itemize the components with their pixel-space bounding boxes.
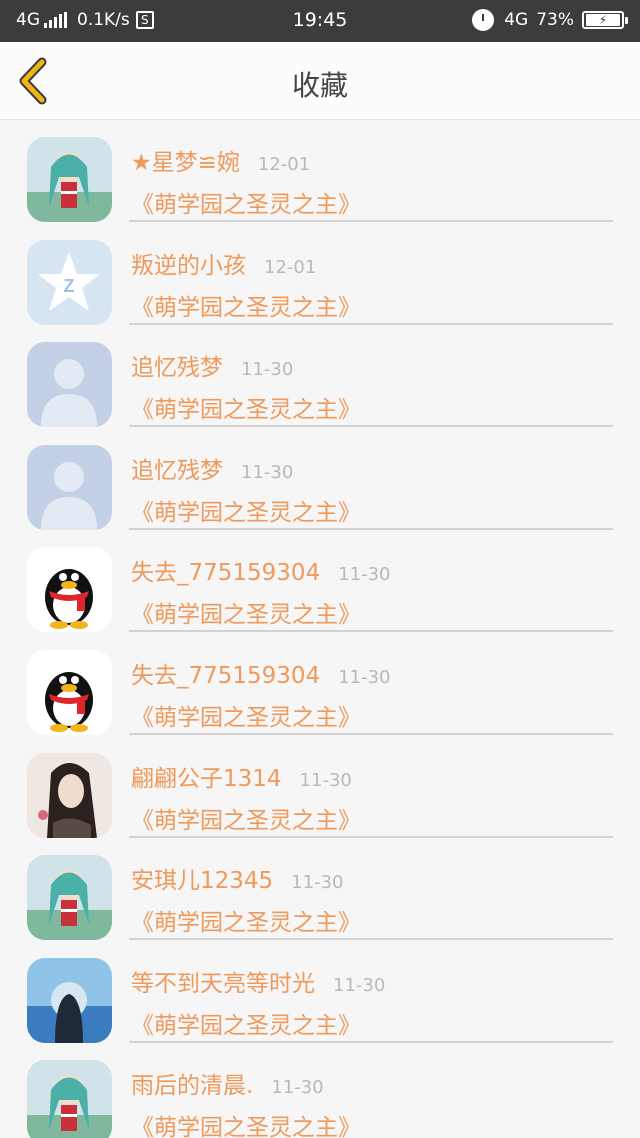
list-item[interactable]: 追忆残梦 11-30 《萌学园之圣灵之主》: [0, 326, 640, 429]
book-title-link[interactable]: 《萌学园之圣灵之主》: [131, 698, 361, 732]
default-person-avatar[interactable]: [27, 342, 112, 428]
alarm-icon: [472, 9, 495, 31]
book-title-link[interactable]: 《萌学园之圣灵之主》: [131, 1108, 361, 1138]
favorite-date: 12-01: [264, 256, 317, 278]
qq-penguin-avatar[interactable]: [27, 547, 112, 633]
divider: [129, 732, 613, 735]
name-line: 等不到天亮等时光 11-30: [131, 964, 385, 998]
list-item[interactable]: 翩翩公子1314 11-30 《萌学园之圣灵之主》: [0, 737, 640, 840]
qzone-star-avatar[interactable]: Z: [27, 239, 112, 325]
list-item[interactable]: 追忆残梦 11-30 《萌学园之圣灵之主》: [0, 429, 640, 532]
book-title-link[interactable]: 《萌学园之圣灵之主》: [131, 288, 361, 322]
user-name[interactable]: 翩翩公子1314: [131, 759, 282, 793]
qq-penguin-avatar[interactable]: [27, 649, 112, 735]
network-right-label: 4G: [504, 10, 529, 30]
favorite-date: 11-30: [333, 974, 386, 996]
name-line: 叛逆的小孩 12-01: [131, 246, 316, 280]
book-title-link[interactable]: 《萌学园之圣灵之主》: [131, 390, 361, 424]
page-title: 收藏: [291, 69, 348, 102]
divider: [129, 527, 613, 530]
status-bar: 4G 0.1K/s S 19:45 4G 73% ⚡: [0, 0, 640, 42]
svg-text:Z: Z: [64, 276, 75, 296]
name-line: 追忆残梦 11-30: [131, 451, 293, 485]
favorite-date: 11-30: [291, 872, 344, 894]
divider: [129, 425, 613, 428]
book-title-link[interactable]: 《萌学园之圣灵之主》: [131, 801, 361, 835]
name-line: 翩翩公子1314 11-30: [131, 759, 352, 793]
list-item[interactable]: 雨后的清晨. 11-30 《萌学园之圣灵之主》: [0, 1044, 640, 1138]
list-item[interactable]: Z 叛逆的小孩 12-01 《萌学园之圣灵之主》: [0, 224, 640, 327]
anime-man-avatar[interactable]: [27, 752, 112, 838]
seaside-girl-avatar[interactable]: [27, 957, 112, 1043]
divider: [129, 938, 613, 941]
divider: [129, 630, 613, 633]
book-title-link[interactable]: 《萌学园之圣灵之主》: [131, 1006, 361, 1040]
book-title-link[interactable]: 《萌学园之圣灵之主》: [131, 493, 361, 527]
user-name[interactable]: 追忆残梦: [131, 451, 223, 485]
divider: [129, 835, 613, 838]
name-line: 失去_775159304 11-30: [131, 553, 391, 587]
name-line: ★星梦≌婉 12-01: [131, 143, 310, 177]
name-line: 雨后的清晨. 11-30: [131, 1066, 324, 1100]
book-title-link[interactable]: 《萌学园之圣灵之主》: [131, 903, 361, 937]
name-line: 安琪儿12345 11-30: [131, 861, 343, 895]
anime-girl-avatar[interactable]: [27, 1060, 112, 1138]
list-item[interactable]: 失去_775159304 11-30 《萌学园之圣灵之主》: [0, 531, 640, 634]
favorite-date: 11-30: [338, 666, 391, 688]
favorite-date: 11-30: [241, 359, 294, 381]
favorite-date: 11-30: [338, 564, 391, 586]
name-line: 失去_775159304 11-30: [131, 656, 391, 690]
favorite-date: 12-01: [257, 154, 311, 175]
default-person-avatar[interactable]: [27, 444, 112, 530]
user-name[interactable]: 安琪儿12345: [131, 861, 273, 895]
list-item[interactable]: 失去_775159304 11-30 《萌学园之圣灵之主》: [0, 634, 640, 737]
list-item[interactable]: 等不到天亮等时光 11-30 《萌学园之圣灵之主》: [0, 942, 640, 1045]
user-name[interactable]: 追忆残梦: [131, 348, 223, 382]
anime-girl-avatar[interactable]: [27, 855, 112, 941]
user-name[interactable]: 失去_775159304: [131, 656, 320, 690]
divider: [129, 1040, 613, 1043]
book-title-link[interactable]: 《萌学园之圣灵之主》: [131, 595, 361, 629]
nav-bar: 收藏: [0, 42, 640, 120]
battery-percent: 73%: [536, 10, 574, 30]
status-right: 4G 73% ⚡: [472, 9, 628, 31]
name-line: 追忆残梦 11-30: [131, 348, 293, 382]
user-name[interactable]: 失去_775159304: [131, 553, 320, 587]
book-title-link[interactable]: 《萌学园之圣灵之主》: [131, 185, 361, 219]
list-item[interactable]: 安琪儿12345 11-30 《萌学园之圣灵之主》: [0, 839, 640, 942]
user-name[interactable]: 叛逆的小孩: [131, 246, 246, 280]
divider: [129, 322, 613, 325]
user-name[interactable]: 雨后的清晨.: [131, 1066, 253, 1100]
user-name[interactable]: 等不到天亮等时光: [131, 964, 315, 998]
user-name[interactable]: ★星梦≌婉: [131, 143, 240, 177]
favorite-date: 11-30: [271, 1077, 324, 1099]
battery-icon: ⚡: [582, 11, 628, 29]
favorite-date: 11-30: [241, 461, 294, 483]
favorite-date: 11-30: [299, 769, 352, 791]
favorites-list: ★星梦≌婉 12-01 《萌学园之圣灵之主》 Z 叛逆的小孩 12-01 《萌学园之圣灵…: [0, 121, 640, 1138]
anime-girl-avatar[interactable]: [27, 137, 112, 222]
list-item[interactable]: ★星梦≌婉 12-01 《萌学园之圣灵之主》: [0, 121, 640, 224]
divider: [129, 220, 613, 222]
